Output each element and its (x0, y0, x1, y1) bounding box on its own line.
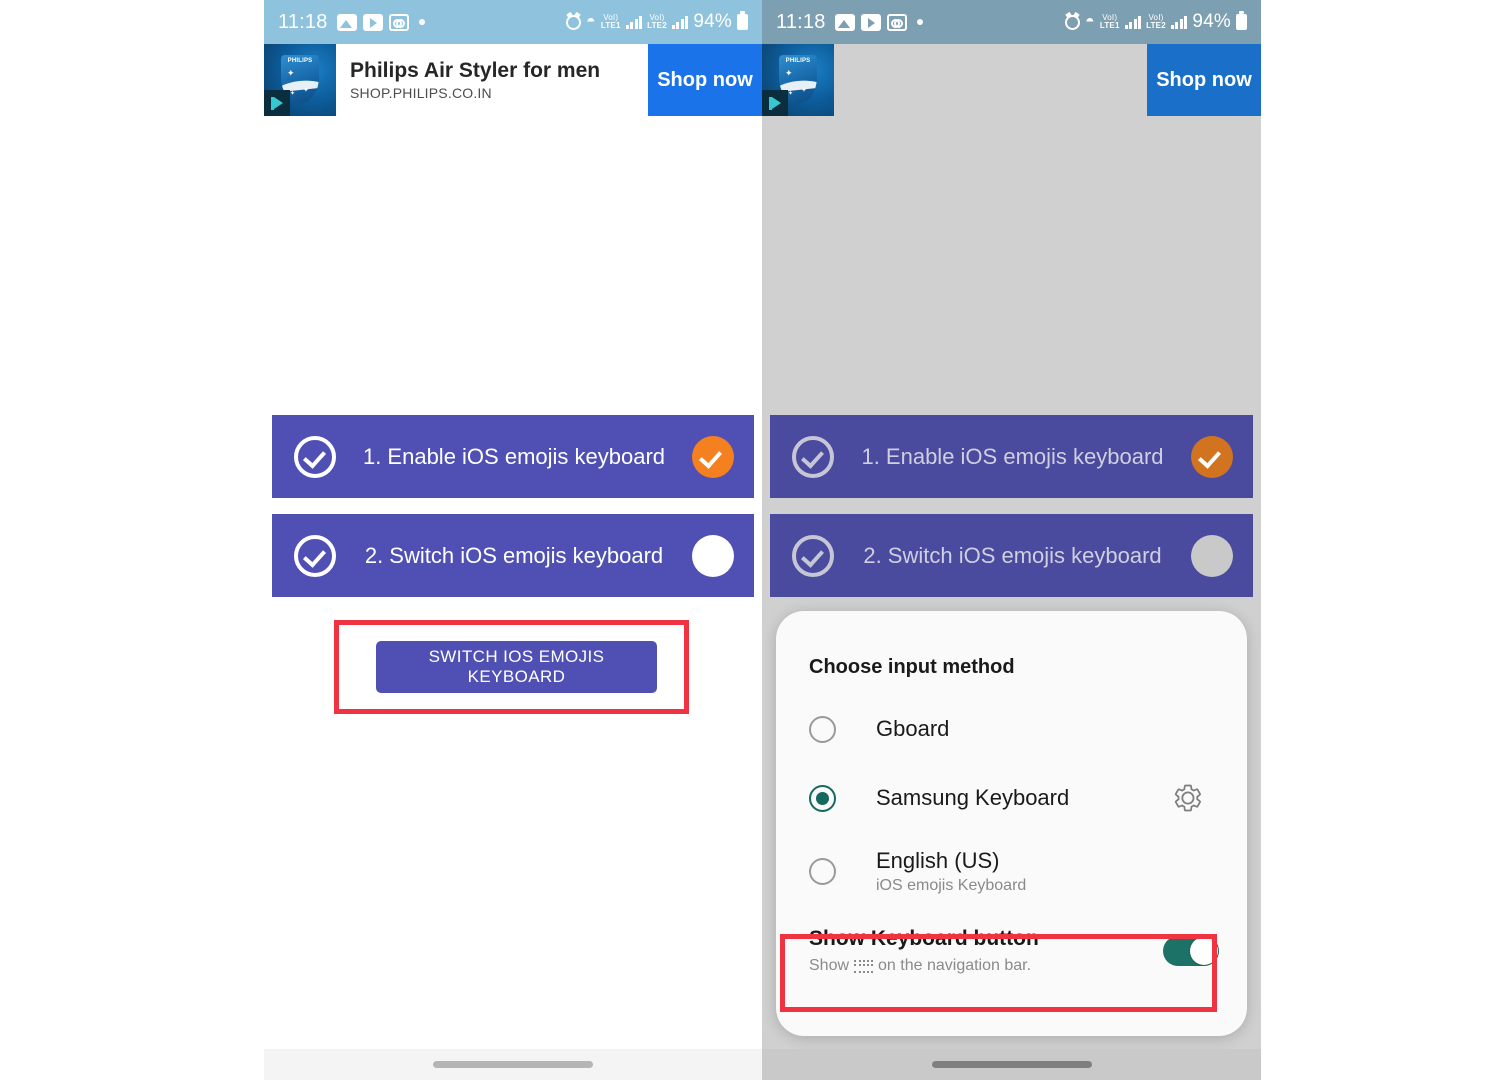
option-label: Samsung Keyboard (876, 785, 1070, 811)
alarm-icon (565, 14, 581, 30)
option-label: English (US) (876, 848, 1000, 874)
wifi-icon: ◓ (585, 13, 596, 30)
wifi-icon: ◓ (1084, 13, 1095, 30)
option-text-block: English (US) iOS emojis Keyboard (876, 847, 1026, 895)
app-content-left: 1. Enable iOS emojis keyboard 2. Switch … (264, 116, 762, 1080)
battery-icon (737, 11, 748, 30)
radio-button-icon[interactable] (809, 857, 836, 885)
volte-lte2-icon: VoI) LTE2 (1146, 13, 1166, 30)
notification-dot-icon (916, 19, 923, 25)
battery-percent-label: 94% (693, 11, 732, 32)
philips-star-icon: ✦ (303, 87, 309, 94)
status-bar-system-icons: ◓ VoI) LTE1 VoI) LTE2 94% (565, 11, 748, 33)
annotation-highlight-box (780, 934, 1217, 1012)
signal-bars-1-icon (625, 15, 643, 29)
radio-button-icon[interactable] (809, 715, 836, 743)
step-status-done-icon (1191, 435, 1233, 478)
option-label: Gboard (876, 716, 950, 742)
option-text-block: Samsung Keyboard (876, 784, 1069, 812)
volte-lte1-icon: VoI) LTE1 (600, 13, 621, 30)
shop-now-button[interactable]: Shop now (648, 44, 762, 116)
phone-screenshot-right: 11:18 ◓ VoI) LTE1 VoI) LTE2 94% PHILIPS … (762, 0, 1261, 1080)
step-status-pending-icon (1191, 534, 1233, 577)
step-label: 2. Switch iOS emojis keyboard (364, 542, 664, 568)
step-card-switch-keyboard[interactable]: 2. Switch iOS emojis keyboard (770, 514, 1253, 597)
switch-ios-emojis-keyboard-button[interactable]: SWITCH IOS EMOJIS KEYBOARD (376, 641, 657, 693)
app-content-right: 1. Enable iOS emojis keyboard 2. Switch … (762, 116, 1261, 1080)
status-bar-clock: 11:18 (776, 10, 826, 33)
input-method-option-samsung-keyboard[interactable]: Samsung Keyboard (782, 768, 1241, 828)
philips-wordmark: PHILIPS (287, 58, 313, 64)
ad-banner[interactable]: PHILIPS ✦ ✦ ✦ Philips Air Styler for men… (762, 44, 1261, 116)
ad-text-block: Philips Air Styler for men SHOP.PHILIPS.… (336, 44, 648, 116)
ad-title: Philips Air Styler for men (350, 58, 601, 82)
youtube-icon (362, 13, 383, 31)
shop-now-button[interactable]: Shop now (1147, 44, 1261, 116)
status-bar: 11:18 ◓ VoI) LTE1 VoI) LTE2 94% (762, 0, 1261, 44)
battery-icon (1236, 11, 1247, 30)
home-gesture-pill[interactable] (433, 1061, 593, 1068)
step-card-enable-keyboard[interactable]: 1. Enable iOS emojis keyboard (770, 415, 1253, 498)
notification-dot-icon (418, 19, 425, 25)
philips-star-icon: ✦ (788, 91, 794, 97)
phone-screenshot-left: 11:18 ◓ VoI) LTE1 VoI) LTE2 94% PHILIPS … (264, 0, 762, 1080)
step-card-switch-keyboard[interactable]: 2. Switch iOS emojis keyboard (272, 514, 754, 597)
check-circle-icon (792, 534, 834, 577)
home-gesture-pill[interactable] (931, 1061, 1092, 1068)
step-label: 2. Switch iOS emojis keyboard (863, 542, 1162, 568)
alarm-icon (1064, 14, 1080, 30)
signal-bars-2-icon (1170, 15, 1188, 29)
philips-logo-icon: PHILIPS ✦ ✦ ✦ (762, 44, 834, 116)
signal-bars-1-icon (1124, 15, 1142, 29)
voicemail-icon (886, 13, 907, 31)
step-status-pending-icon (692, 534, 734, 577)
adchoices-icon[interactable] (762, 90, 788, 116)
ad-banner[interactable]: PHILIPS ✦ ✦ ✦ Philips Air Styler for men… (264, 44, 762, 116)
check-circle-icon (792, 435, 834, 478)
voicemail-icon (388, 13, 409, 31)
check-circle-icon (294, 534, 336, 577)
photos-icon (834, 13, 855, 31)
status-bar-clock: 11:18 (278, 10, 328, 33)
step-label: 1. Enable iOS emojis keyboard (362, 443, 666, 469)
volte-lte1-icon: VoI) LTE1 (1099, 13, 1120, 30)
input-method-option-english-us[interactable]: English (US) iOS emojis Keyboard (782, 832, 1241, 910)
check-circle-icon (294, 435, 336, 478)
volte-lte2-icon: VoI) LTE2 (647, 13, 667, 30)
adchoices-icon[interactable] (264, 90, 290, 116)
status-bar-notification-icons (834, 13, 923, 31)
screenshot-stage: 11:18 ◓ VoI) LTE1 VoI) LTE2 94% PHILIPS … (0, 0, 1494, 1080)
philips-wordmark: PHILIPS (785, 58, 811, 64)
philips-logo-icon: PHILIPS ✦ ✦ ✦ (264, 44, 336, 116)
philips-star-icon: ✦ (290, 91, 296, 97)
philips-star-icon: ✦ (801, 87, 807, 94)
photos-icon (336, 13, 357, 31)
youtube-icon (860, 13, 881, 31)
step-card-enable-keyboard[interactable]: 1. Enable iOS emojis keyboard (272, 415, 754, 498)
signal-bars-2-icon (671, 15, 689, 29)
radio-button-selected-icon[interactable] (809, 784, 836, 812)
input-method-option-gboard[interactable]: Gboard (782, 699, 1241, 759)
philips-star-icon: ✦ (287, 68, 295, 78)
status-bar-notification-icons (336, 13, 425, 31)
option-sublabel: iOS emojis Keyboard (876, 876, 1027, 894)
status-bar-system-icons: ◓ VoI) LTE1 VoI) LTE2 94% (1064, 11, 1247, 33)
navigation-bar (762, 1049, 1261, 1080)
gear-icon[interactable] (1173, 783, 1203, 813)
ad-url: SHOP.PHILIPS.CO.IN (350, 85, 492, 102)
step-label: 1. Enable iOS emojis keyboard (861, 443, 1164, 469)
battery-percent-label: 94% (1192, 11, 1231, 32)
option-text-block: Gboard (876, 715, 949, 743)
philips-star-icon: ✦ (785, 68, 793, 78)
dialog-title: Choose input method (809, 656, 1015, 678)
status-bar: 11:18 ◓ VoI) LTE1 VoI) LTE2 94% (264, 0, 762, 44)
step-status-done-icon (692, 435, 734, 478)
navigation-bar (264, 1049, 762, 1080)
